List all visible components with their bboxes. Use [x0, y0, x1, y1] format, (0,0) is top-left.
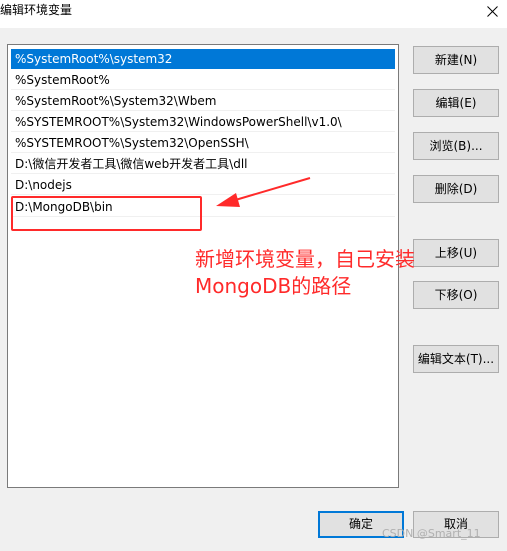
close-icon — [486, 5, 498, 17]
annotation-line-2: MongoDB的路径 — [195, 274, 352, 298]
watermark: CSDN @Smart_11 — [382, 527, 481, 540]
move-down-button[interactable]: 下移(O) — [413, 281, 499, 309]
highlight-box — [11, 196, 202, 231]
edit-text-button[interactable]: 编辑文本(T)... — [413, 345, 499, 373]
list-item[interactable]: %SYSTEMROOT%\System32\WindowsPowerShell\… — [11, 112, 395, 132]
move-up-button[interactable]: 上移(U) — [413, 239, 499, 267]
list-item[interactable]: %SystemRoot%\system32 — [11, 49, 395, 69]
list-item[interactable]: D:\nodejs — [11, 175, 395, 195]
list-item[interactable]: %SYSTEMROOT%\System32\OpenSSH\ — [11, 133, 395, 153]
annotation-line-1: 新增环境变量，自己安装 — [195, 247, 415, 271]
edit-button[interactable]: 编辑(E) — [413, 89, 499, 117]
new-button[interactable]: 新建(N) — [413, 46, 499, 74]
delete-button[interactable]: 删除(D) — [413, 175, 499, 203]
annotation-text: 新增环境变量，自己安装 MongoDB的路径 — [195, 246, 415, 300]
browse-button[interactable]: 浏览(B)... — [413, 132, 499, 160]
list-item[interactable]: %SystemRoot%\System32\Wbem — [11, 91, 395, 111]
title-bar: 编辑环境变量 — [0, 0, 507, 28]
close-button[interactable] — [477, 0, 507, 22]
window-title: 编辑环境变量 — [0, 3, 73, 17]
edit-env-variable-dialog: 编辑环境变量 %SystemRoot%\system32 %SystemRoot… — [0, 0, 507, 551]
list-item[interactable]: %SystemRoot% — [11, 70, 395, 90]
list-item[interactable]: D:\微信开发者工具\微信web开发者工具\dll — [11, 154, 395, 174]
